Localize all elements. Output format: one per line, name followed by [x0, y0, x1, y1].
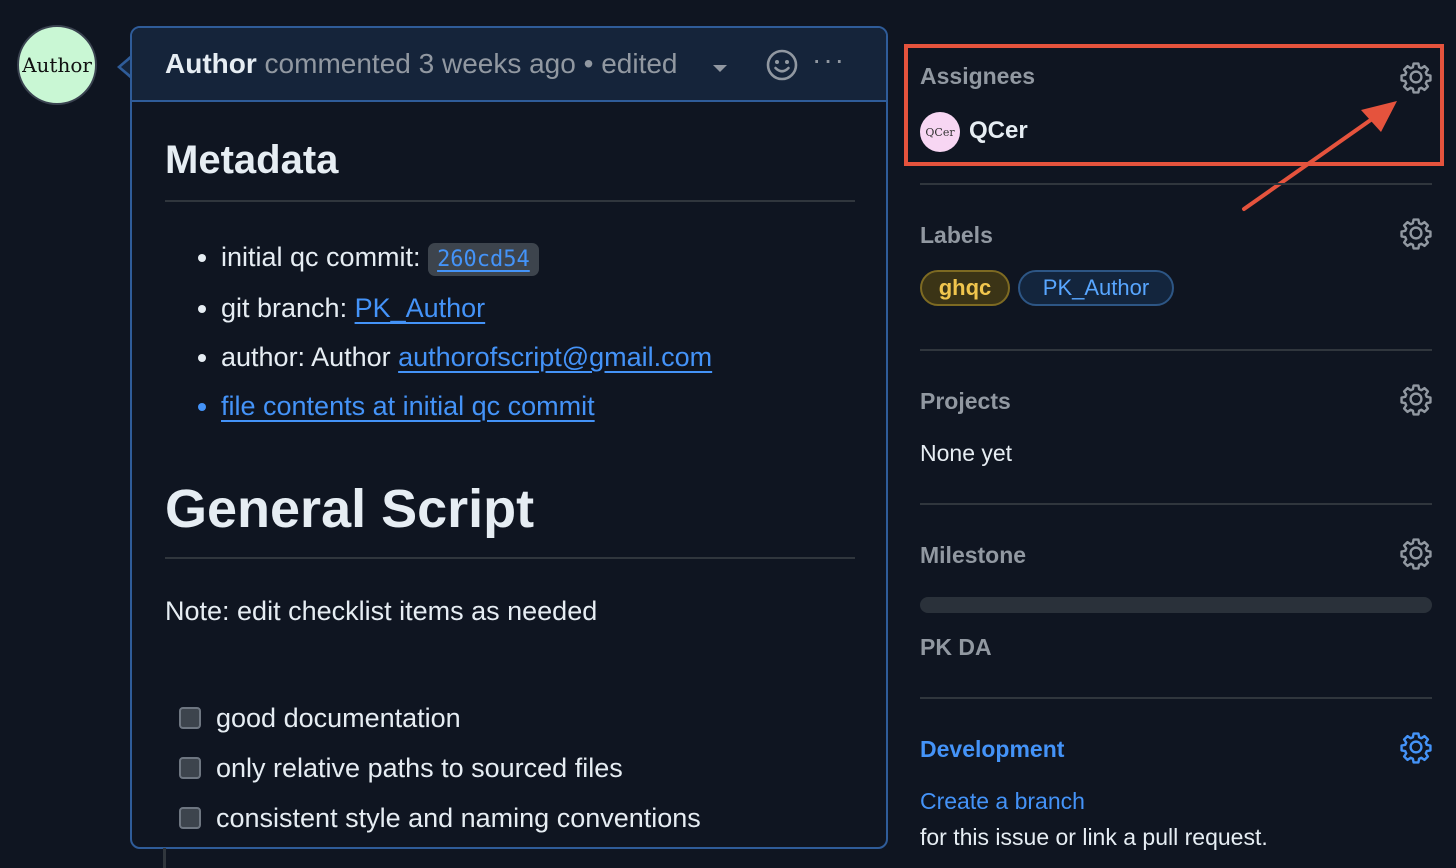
checklist-item: good documentation — [179, 693, 701, 743]
projects-section: Projects — [920, 388, 1432, 415]
header-separator: • — [583, 48, 594, 79]
kebab-menu-icon[interactable]: ··· — [812, 46, 852, 80]
label-badge[interactable]: PK_Author — [1018, 270, 1174, 306]
comment-header-text: Author commented 3 weeks ago • edited — [165, 48, 678, 80]
gear-icon[interactable] — [1399, 730, 1433, 764]
development-section: Development — [920, 736, 1432, 763]
checkbox[interactable] — [179, 757, 201, 779]
checkbox[interactable] — [179, 807, 201, 829]
checkbox[interactable] — [179, 707, 201, 729]
label-badge[interactable]: ghqc — [920, 270, 1010, 306]
milestone-section: Milestone — [920, 542, 1432, 569]
comment-header: Author commented 3 weeks ago • edited ··… — [132, 28, 886, 102]
gear-icon[interactable] — [1399, 536, 1433, 570]
comment-author-link[interactable]: Author — [165, 48, 257, 79]
heading-rule — [165, 200, 855, 202]
checklist-item-label: only relative paths to sourced files — [216, 752, 623, 783]
checklist-item-label: good documentation — [216, 702, 461, 733]
smiley-icon[interactable] — [765, 48, 799, 82]
annotation-arrow-icon — [1242, 101, 1397, 211]
comment-timestamp[interactable]: commented 3 weeks ago — [265, 48, 576, 79]
metadata-list: initial qc commit: 260cd54 git branch: P… — [165, 233, 712, 431]
author-avatar[interactable]: Author — [17, 25, 97, 105]
branch-label: git branch: — [221, 293, 355, 323]
commit-label: initial qc commit: — [221, 242, 429, 272]
milestone-title[interactable]: Milestone — [920, 542, 1432, 569]
create-branch-link[interactable]: Create a branch — [920, 788, 1085, 815]
sidebar-divider — [920, 183, 1432, 185]
milestone-name-link[interactable]: PK DA — [920, 634, 992, 661]
sidebar-divider — [920, 503, 1432, 505]
list-item: file contents at initial qc commit — [221, 382, 712, 431]
development-title[interactable]: Development — [920, 736, 1432, 763]
projects-title[interactable]: Projects — [920, 388, 1432, 415]
list-item: git branch: PK_Author — [221, 284, 712, 333]
list-item: initial qc commit: 260cd54 — [221, 233, 712, 284]
author-label: author: Author — [221, 342, 399, 372]
commit-sha-link[interactable]: 260cd54 — [428, 243, 539, 276]
sidebar-divider — [920, 697, 1432, 699]
issue-comment: Author commented 3 weeks ago • edited ··… — [130, 26, 888, 849]
gear-icon[interactable] — [1399, 382, 1433, 416]
heading-rule — [165, 557, 855, 559]
checklist: good documentation only relative paths t… — [179, 693, 701, 843]
gear-icon[interactable] — [1399, 216, 1433, 250]
chevron-down-icon[interactable] — [713, 65, 727, 72]
labels-title[interactable]: Labels — [920, 222, 1432, 249]
development-description: for this issue or link a pull request. — [920, 824, 1268, 850]
projects-value: None yet — [920, 440, 1013, 466]
file-contents-link[interactable]: file contents at initial qc commit — [221, 391, 595, 421]
milestone-progress-bar — [920, 597, 1432, 613]
email-link[interactable]: authorofscript@gmail.com — [398, 342, 712, 372]
checklist-item: only relative paths to sourced files — [179, 743, 701, 793]
checklist-item-label: consistent style and naming conventions — [216, 802, 701, 833]
edited-indicator[interactable]: edited — [601, 48, 677, 79]
list-item: author: Author authorofscript@gmail.com — [221, 333, 712, 382]
timeline-line — [163, 848, 166, 868]
general-script-heading: General Script — [165, 479, 535, 539]
issue-view: Author Author commented 3 weeks ago • ed… — [0, 0, 1456, 868]
sidebar-divider — [920, 349, 1432, 351]
note-text: Note: edit checklist items as needed — [165, 596, 598, 626]
branch-link[interactable]: PK_Author — [355, 293, 486, 323]
labels-section: Labels — [920, 222, 1432, 249]
checklist-item: consistent style and naming conventions — [179, 793, 701, 843]
metadata-heading: Metadata — [165, 138, 339, 182]
